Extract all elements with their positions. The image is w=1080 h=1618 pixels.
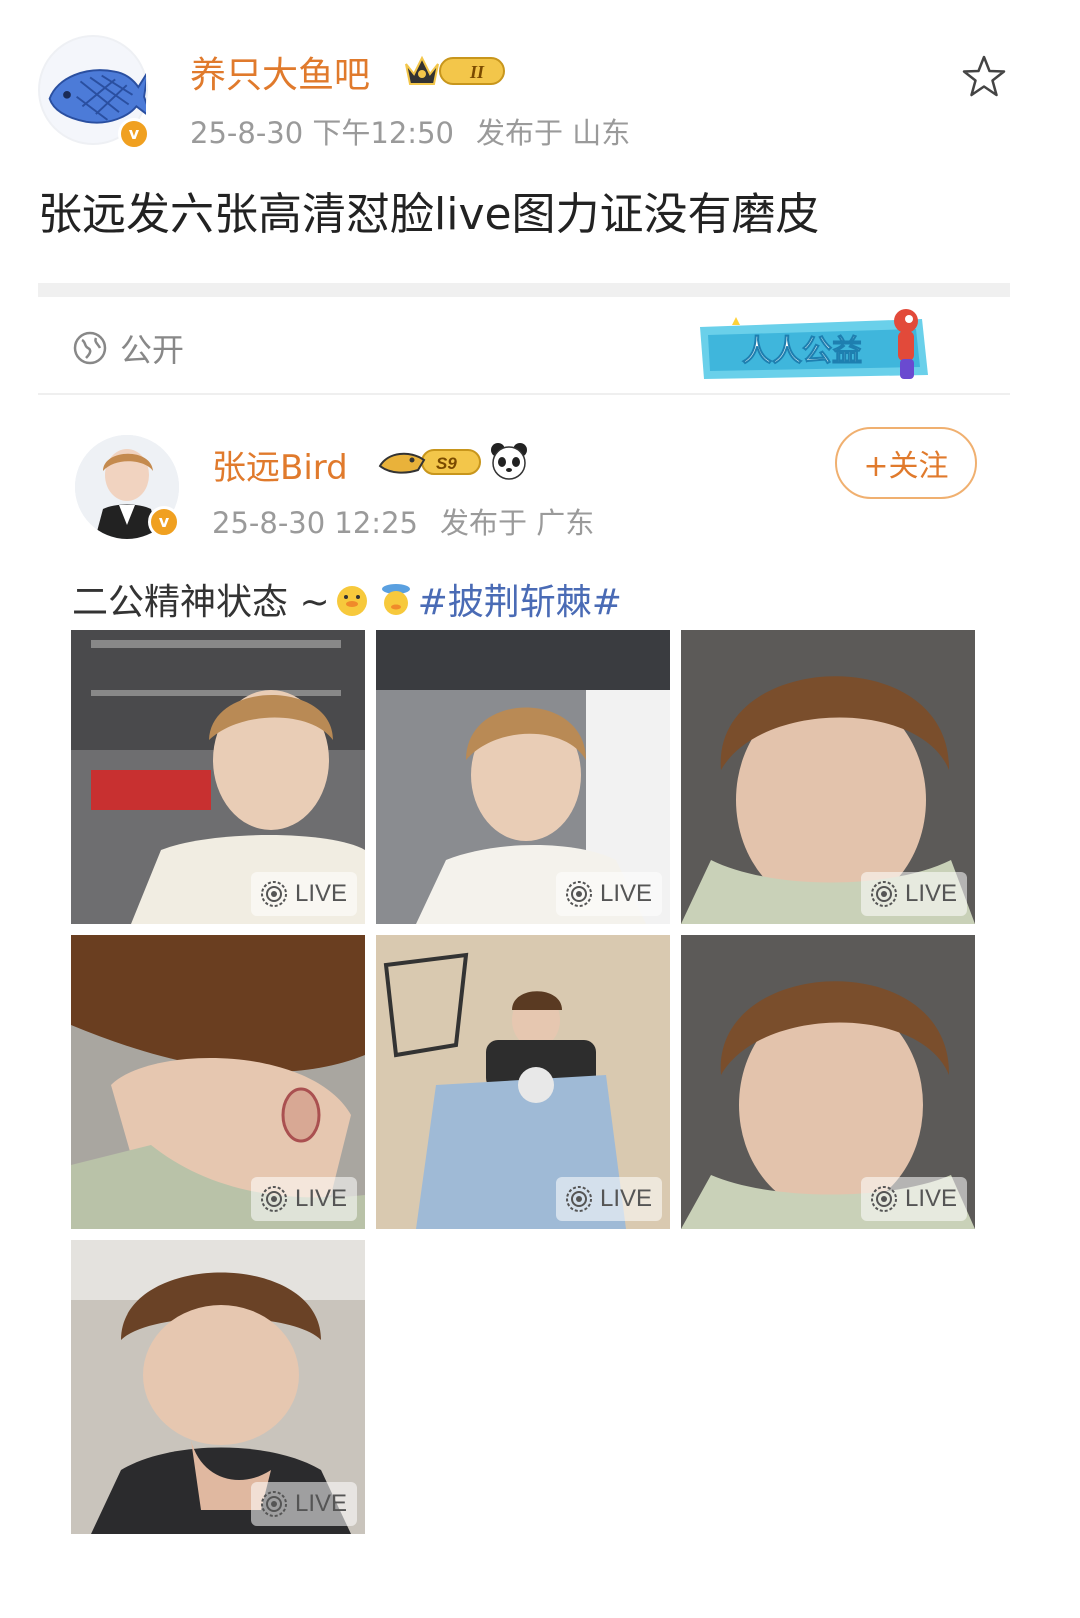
inner-post-date: 25-8-30 12:25 — [212, 506, 418, 540]
caption-text: 二公精神状态 ~ — [72, 582, 330, 623]
photo-7[interactable]: LIVE — [71, 1240, 365, 1534]
live-icon — [565, 1186, 592, 1212]
live-label: LIVE — [294, 1490, 347, 1517]
live-label: LIVE — [599, 880, 652, 907]
hashtag-link[interactable]: #披荆斩棘# — [418, 573, 622, 625]
post-date: 25-8-30 下午12:50 — [190, 116, 454, 150]
svg-text:II: II — [469, 62, 485, 82]
inner-author-name[interactable]: 张远Bird — [212, 440, 348, 489]
post-title: 张远发六张高清怼脸live图力证没有磨皮 — [38, 189, 820, 240]
photo-4[interactable]: LIVE — [71, 935, 365, 1229]
charity-banner-icon[interactable]: 人人公益 — [696, 305, 941, 387]
live-icon — [260, 1491, 287, 1517]
photo-5[interactable]: LIVE — [376, 935, 670, 1229]
live-badge: LIVE — [860, 872, 967, 916]
duck-emoji-icon — [336, 586, 367, 616]
live-badge: LIVE — [250, 1177, 357, 1221]
live-badge: LIVE — [250, 872, 357, 916]
live-icon — [260, 881, 287, 907]
globe-icon — [73, 331, 107, 365]
photo-2[interactable]: LIVE — [376, 630, 670, 924]
photo-6[interactable]: LIVE — [681, 935, 975, 1229]
visibility-label: 公开 — [120, 331, 185, 369]
live-label: LIVE — [904, 1185, 957, 1212]
live-badge: LIVE — [555, 1177, 662, 1221]
live-icon — [565, 881, 592, 907]
inner-verified-badge-icon: v — [148, 506, 180, 538]
section-divider-thin — [38, 393, 1010, 395]
inner-post-meta: 25-8-30 12:25 发布于 广东 — [212, 500, 616, 542]
post-location: 发布于 山东 — [475, 116, 631, 150]
live-badge: LIVE — [555, 872, 662, 916]
bird-level-badge-icon: S9 — [378, 449, 481, 475]
favorite-star-icon[interactable] — [958, 52, 1010, 104]
live-badge: LIVE — [250, 1482, 357, 1526]
verified-badge-icon: v — [118, 118, 150, 150]
live-badge: LIVE — [860, 1177, 967, 1221]
inner-level-badge-text: S9 — [436, 454, 457, 473]
duck-with-hat-emoji-icon — [381, 584, 410, 615]
crown-level-badge-icon: II — [405, 55, 505, 85]
photo-1[interactable]: LIVE — [71, 630, 365, 924]
live-label: LIVE — [294, 880, 347, 907]
inner-post-location: 发布于 广东 — [439, 506, 595, 540]
live-icon — [870, 881, 897, 907]
visibility-row: 公开 — [72, 325, 184, 371]
live-icon — [260, 1186, 287, 1212]
live-label: LIVE — [904, 880, 957, 907]
follow-button[interactable]: +关注 — [835, 427, 977, 499]
panda-icon — [491, 443, 527, 480]
post-meta: 25-8-30 下午12:50 发布于 山东 — [190, 110, 652, 152]
author-name[interactable]: 养只大鱼吧 — [190, 46, 370, 98]
live-label: LIVE — [294, 1185, 347, 1212]
live-icon — [870, 1186, 897, 1212]
photo-3[interactable]: LIVE — [681, 630, 975, 924]
inner-caption: 二公精神状态 ~ #披荆斩棘# — [72, 573, 622, 625]
section-divider — [38, 283, 1010, 297]
live-label: LIVE — [599, 1185, 652, 1212]
charity-banner-text: 人人公益 — [742, 334, 862, 369]
